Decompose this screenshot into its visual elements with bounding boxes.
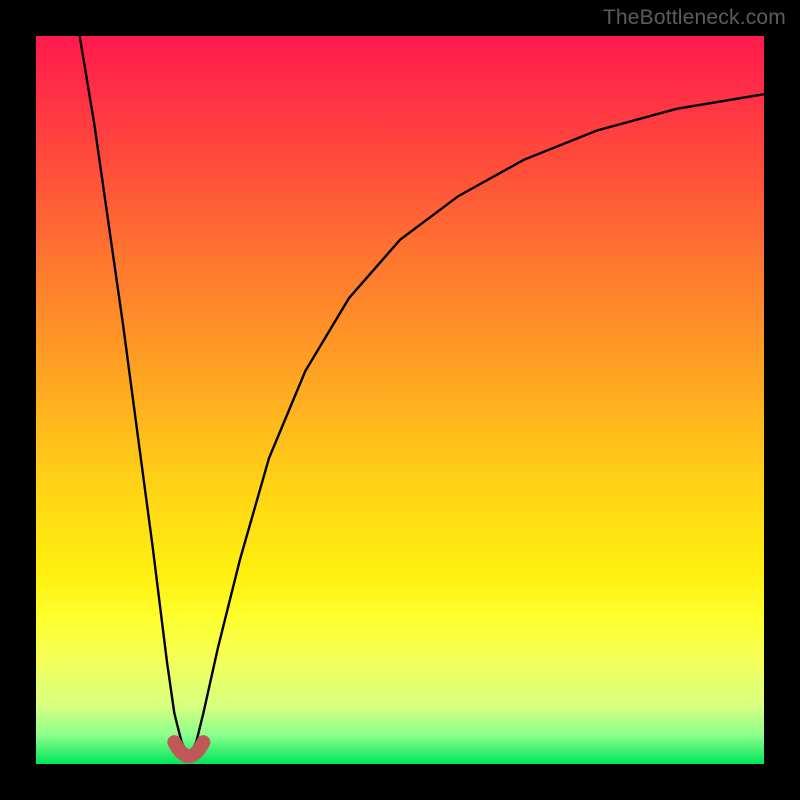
plot-area (36, 36, 764, 764)
curve-layer (36, 36, 764, 764)
accent-u-marker (174, 742, 203, 756)
bottleneck-curve (80, 36, 764, 757)
watermark-text: TheBottleneck.com (603, 6, 786, 30)
